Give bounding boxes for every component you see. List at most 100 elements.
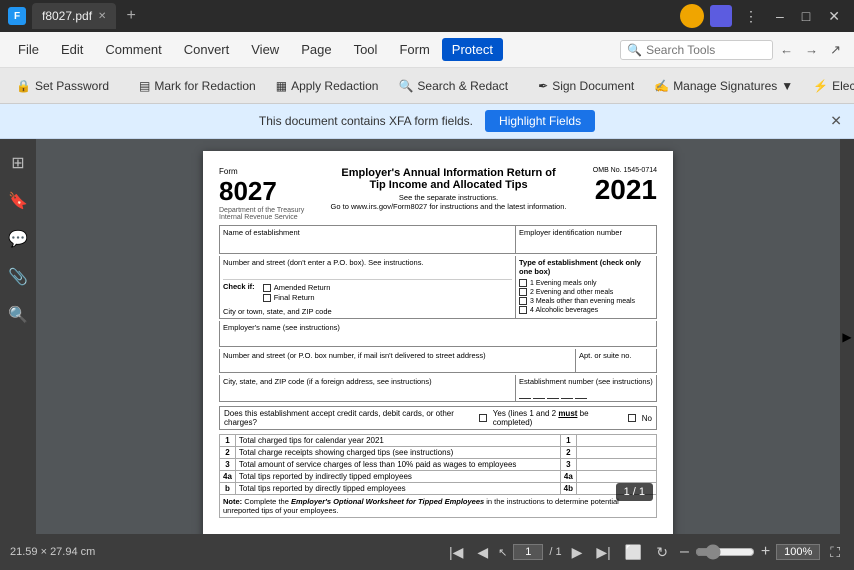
menu-edit[interactable]: Edit <box>51 38 93 61</box>
title-bar-right: ⋮ – □ ✕ <box>680 4 846 28</box>
zoom-in-button[interactable]: + <box>761 543 770 561</box>
zoom-out-button[interactable]: – <box>680 543 689 561</box>
est-box-5[interactable] <box>575 389 587 399</box>
line-4a-row: 4a Total tips reported by indirectly tip… <box>220 471 657 483</box>
est-box-3[interactable] <box>547 389 559 399</box>
minimize-button[interactable]: – <box>770 6 790 26</box>
manage-signatures-button[interactable]: ✍ Manage Signatures ▼ <box>646 76 801 96</box>
tab-title: f8027.pdf <box>42 9 92 23</box>
type2-label: 2 Evening and other meals <box>530 289 613 296</box>
name-value[interactable] <box>223 237 512 251</box>
new-tab-button[interactable]: + <box>122 7 139 25</box>
ein-value[interactable] <box>519 237 653 251</box>
est-box-1[interactable] <box>519 389 531 399</box>
menu-form[interactable]: Form <box>389 38 439 61</box>
form-title-line2: Tip Income and Allocated Tips <box>314 179 583 191</box>
zoom-slider[interactable] <box>695 544 755 560</box>
line-2-value[interactable] <box>577 447 657 459</box>
forward-button[interactable]: → <box>800 40 823 59</box>
est-box-4[interactable] <box>561 389 573 399</box>
maximize-button[interactable]: □ <box>796 6 816 26</box>
apt-label: Apt. or suite no. <box>579 351 653 360</box>
form-label-text: Form 8027 Department of the Treasury Int… <box>219 167 304 221</box>
electric-icon: ⚡ <box>813 79 828 93</box>
first-page-button[interactable]: |◀ <box>445 542 467 563</box>
mark-redaction-button[interactable]: ▤ Mark for Redaction <box>131 76 264 96</box>
type4-checkbox[interactable] <box>519 306 527 314</box>
line-3-value[interactable] <box>577 459 657 471</box>
final-checkbox[interactable] <box>263 294 271 302</box>
menu-file[interactable]: File <box>8 38 49 61</box>
page-input[interactable] <box>513 544 543 560</box>
no-checkbox[interactable] <box>628 414 636 422</box>
last-page-button[interactable]: ▶| <box>592 542 614 563</box>
street-addr-value[interactable] <box>223 360 572 370</box>
city-addr-value[interactable] <box>223 386 512 396</box>
sidebar-right[interactable]: ▶ <box>840 139 854 534</box>
type3-checkbox[interactable] <box>519 297 527 305</box>
search-redact-button[interactable]: 🔍 Search & Redact <box>390 76 516 96</box>
menu-convert[interactable]: Convert <box>174 38 240 61</box>
fit-page-button[interactable]: ⬜ <box>621 542 646 563</box>
set-password-button[interactable]: 🔒 Set Password <box>8 76 117 96</box>
pdf-viewer[interactable]: Form 8027 Department of the Treasury Int… <box>36 139 840 534</box>
tab-item[interactable]: f8027.pdf ✕ <box>32 3 116 29</box>
dept-label: Department of the Treasury <box>219 207 304 214</box>
name-label: Name of establishment <box>223 228 512 237</box>
search-tools-input[interactable] <box>646 43 766 57</box>
menu-view[interactable]: View <box>241 38 289 61</box>
yes-checkbox[interactable] <box>479 414 487 422</box>
apply-redaction-icon: ▦ <box>276 79 287 93</box>
line-1-value[interactable] <box>577 435 657 447</box>
sidebar-pages-icon[interactable]: ⊞ <box>5 147 30 179</box>
sidebar-search-icon[interactable]: 🔍 <box>2 299 34 331</box>
signatures-icon: ✍ <box>654 79 669 93</box>
menu-protect[interactable]: Protect <box>442 38 503 61</box>
omb-label: OMB No. 1545-0714 <box>593 167 657 174</box>
employer-name-value[interactable] <box>223 332 653 344</box>
line-4a-num: 4a <box>220 471 236 483</box>
highlight-fields-button[interactable]: Highlight Fields <box>485 110 595 132</box>
check-if-label: Check if: <box>223 282 255 291</box>
menu-tool[interactable]: Tool <box>344 38 388 61</box>
fullscreen-button[interactable]: ⛶ <box>826 542 844 563</box>
form-title-center: Employer's Annual Information Return of … <box>304 167 593 211</box>
amended-checkbox[interactable] <box>263 284 271 292</box>
sidebar-bookmark-icon[interactable]: 🔖 <box>2 185 34 217</box>
type2-checkbox[interactable] <box>519 288 527 296</box>
sign-document-button[interactable]: ✒ Sign Document <box>530 76 642 96</box>
menu-page[interactable]: Page <box>291 38 341 61</box>
electric-button[interactable]: ⚡ Electro... <box>805 76 854 96</box>
est-number-label: Establishment number (see instructions) <box>519 377 653 386</box>
type1-checkbox[interactable] <box>519 279 527 287</box>
external-link-button[interactable]: ↗ <box>825 40 846 60</box>
irs-label: Internal Revenue Service <box>219 214 304 221</box>
rotate-button[interactable]: ↻ <box>652 542 672 563</box>
tab-close-icon[interactable]: ✕ <box>98 11 106 22</box>
page-navigation: |◀ ◀ ↖ / 1 ▶ ▶| ⬜ ↻ <box>445 542 672 563</box>
line-4b-row: b Total tips reported by directly tipped… <box>220 483 657 495</box>
amended-row: Amended Return <box>263 283 331 292</box>
more-menu-button[interactable]: ⋮ <box>738 6 764 27</box>
prev-page-button[interactable]: ◀ <box>473 542 492 563</box>
notification-close-button[interactable]: ✕ <box>830 113 842 130</box>
zoom-level-input[interactable] <box>776 544 820 560</box>
close-button[interactable]: ✕ <box>822 6 846 27</box>
sidebar-attachment-icon[interactable]: 📎 <box>2 261 34 293</box>
menu-comment[interactable]: Comment <box>95 38 171 61</box>
line-3-desc: Total amount of service charges of less … <box>235 459 560 471</box>
title-bar-left: F f8027.pdf ✕ + <box>8 3 680 29</box>
apply-redaction-button[interactable]: ▦ Apply Redaction <box>268 76 387 96</box>
sidebar-comment-icon[interactable]: 💬 <box>2 223 34 255</box>
protect-toolbar: 🔒 Set Password ▤ Mark for Redaction ▦ Ap… <box>0 68 854 104</box>
apt-value[interactable] <box>579 360 653 370</box>
mark-redaction-label: Mark for Redaction <box>154 79 255 93</box>
line-3-row: 3 Total amount of service charges of les… <box>220 459 657 471</box>
type1-label: 1 Evening meals only <box>530 280 597 287</box>
next-page-button[interactable]: ▶ <box>568 542 587 563</box>
name-field: Name of establishment <box>220 226 516 253</box>
est-box-2[interactable] <box>533 389 545 399</box>
check-if-section: Check if: Amended Return Final Return <box>223 282 512 303</box>
line-4a-value[interactable] <box>577 471 657 483</box>
back-button[interactable]: ← <box>775 40 798 59</box>
